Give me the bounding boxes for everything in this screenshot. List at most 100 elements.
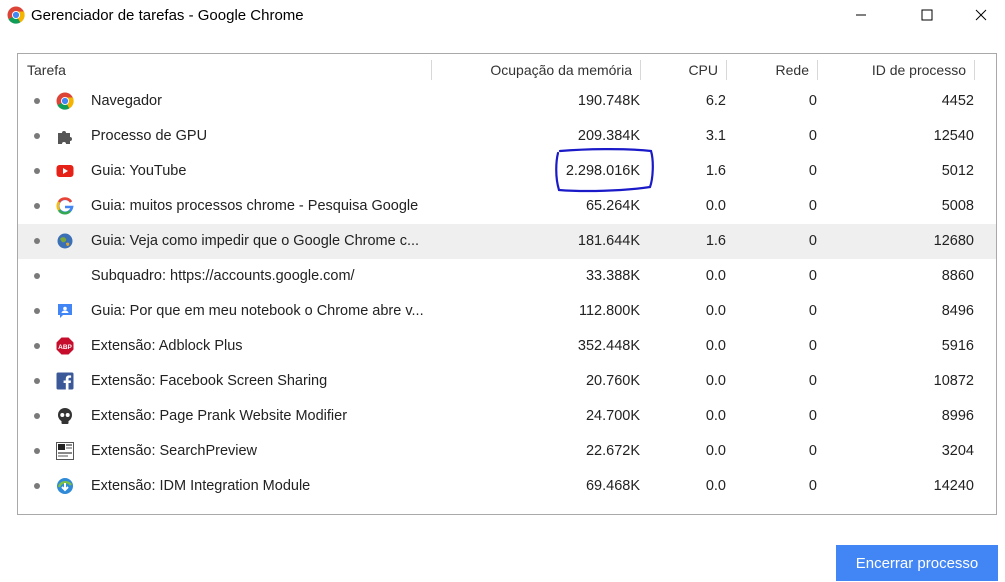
cpu-value: 0.0 [705,478,726,494]
table-row[interactable]: Guia: Por que em meu notebook o Chrome a… [18,294,996,329]
memory-value: 112.800K [578,303,640,319]
memory-value: 65.264K [585,198,640,214]
minimize-icon [856,14,866,16]
table-row[interactable]: Processo de GPU 209.384K 3.1 0 12540 [18,119,996,154]
cpu-value: 0.0 [705,268,726,284]
title-bar: Gerenciador de tarefas - Google Chrome [0,0,1005,30]
maximize-icon [921,9,933,21]
column-header-task[interactable]: Tarefa [27,62,66,78]
memory-value: 181.644K [577,233,640,249]
table-row[interactable]: Navegador 190.748K 6.2 0 4452 [18,84,996,119]
table-row[interactable]: Extensão: IDM Integration Module 69.468K… [18,469,996,504]
memory-value: 33.388K [585,268,640,284]
pid-value: 5012 [941,163,974,179]
pid-value: 12680 [933,233,974,249]
memory-value: 352.448K [577,338,640,354]
network-value: 0 [808,478,817,494]
row-bullet [34,238,40,244]
column-header-memory[interactable]: Ocupação da memória [490,62,632,78]
memory-value: 22.672K [585,443,640,459]
process-table: Tarefa Ocupação da memória CPU Rede ID d… [17,53,997,515]
row-bullet [34,203,40,209]
task-name: Extensão: Facebook Screen Sharing [91,373,328,389]
network-value: 0 [808,303,817,319]
cpu-value: 3.1 [705,128,726,144]
svg-text:ABP: ABP [58,344,72,351]
table-row[interactable]: Extensão: Page Prank Website Modifier 24… [18,399,996,434]
cpu-value: 1.6 [705,233,726,249]
row-bullet [34,378,40,384]
pid-value: 8496 [941,303,974,319]
row-bullet [34,133,40,139]
row-bullet [34,343,40,349]
column-divider[interactable] [817,60,818,80]
facebook-icon [56,372,74,390]
column-header-network[interactable]: Rede [776,62,809,78]
task-name: Guia: YouTube [91,163,187,179]
close-icon [975,9,987,21]
row-bullet [34,308,40,314]
pid-value: 5008 [941,198,974,214]
minimize-button[interactable] [838,0,884,30]
column-header-cpu[interactable]: CPU [688,62,718,78]
adblock-icon: ABP [56,337,74,355]
task-name: Processo de GPU [91,128,208,144]
task-name: Extensão: Adblock Plus [91,338,243,354]
table-header: Tarefa Ocupação da memória CPU Rede ID d… [18,54,996,86]
network-value: 0 [808,198,817,214]
pid-value: 8860 [941,268,974,284]
table-row[interactable]: Guia: Veja como impedir que o Google Chr… [18,224,996,259]
table-row[interactable]: Guia: YouTube 2.298.016K 1.6 0 5012 [18,154,996,189]
task-name: Subquadro: https://accounts.google.com/ [91,268,355,284]
memory-value: 24.700K [585,408,640,424]
maximize-button[interactable] [904,0,950,30]
memory-value: 190.748K [577,93,640,109]
pid-value: 12540 [933,128,974,144]
puzzle-icon [58,131,72,144]
youtube-icon [56,165,74,177]
cpu-value: 0.0 [705,198,726,214]
network-value: 0 [808,443,817,459]
network-value: 0 [808,128,817,144]
hand-drawn-annotation-circle [555,148,654,193]
network-value: 0 [808,93,817,109]
task-name: Extensão: SearchPreview [91,443,258,459]
end-process-button[interactable]: Encerrar processo [836,545,998,581]
row-bullet [34,273,40,279]
column-divider[interactable] [726,60,727,80]
table-row[interactable]: ABP Extensão: Adblock Plus 352.448K 0.0 … [18,329,996,364]
table-row[interactable]: Subquadro: https://accounts.google.com/ … [18,259,996,294]
memory-value: 69.468K [585,478,640,494]
idm-icon [57,478,73,494]
row-bullet [34,448,40,454]
table-row[interactable]: Extensão: Facebook Screen Sharing 20.760… [18,364,996,399]
cpu-value: 0.0 [705,443,726,459]
task-name: Guia: muitos processos chrome - Pesquisa… [91,198,419,214]
column-divider[interactable] [640,60,641,80]
pid-value: 14240 [933,478,974,494]
task-name: Guia: Veja como impedir que o Google Chr… [91,233,420,249]
column-header-pid[interactable]: ID de processo [872,62,966,78]
support-icon [58,304,72,318]
cpu-value: 1.6 [705,163,726,179]
network-value: 0 [808,373,817,389]
pid-value: 4452 [941,93,974,109]
globe-icon [57,233,73,249]
table-row[interactable]: Guia: muitos processos chrome - Pesquisa… [18,189,996,224]
cpu-value: 6.2 [705,93,726,109]
column-divider[interactable] [431,60,432,80]
close-button[interactable] [958,0,1004,30]
searchpreview-icon [56,442,74,460]
skull-icon [58,408,72,424]
memory-value: 20.760K [585,373,640,389]
network-value: 0 [808,163,817,179]
row-bullet [34,483,40,489]
table-row[interactable]: Extensão: SearchPreview 22.672K 0.0 0 32… [18,434,996,469]
google-icon [56,197,74,215]
cpu-value: 0.0 [705,303,726,319]
row-bullet [34,413,40,419]
chrome-icon [7,6,25,24]
network-value: 0 [808,408,817,424]
column-divider[interactable] [974,60,975,80]
row-bullet [34,168,40,174]
